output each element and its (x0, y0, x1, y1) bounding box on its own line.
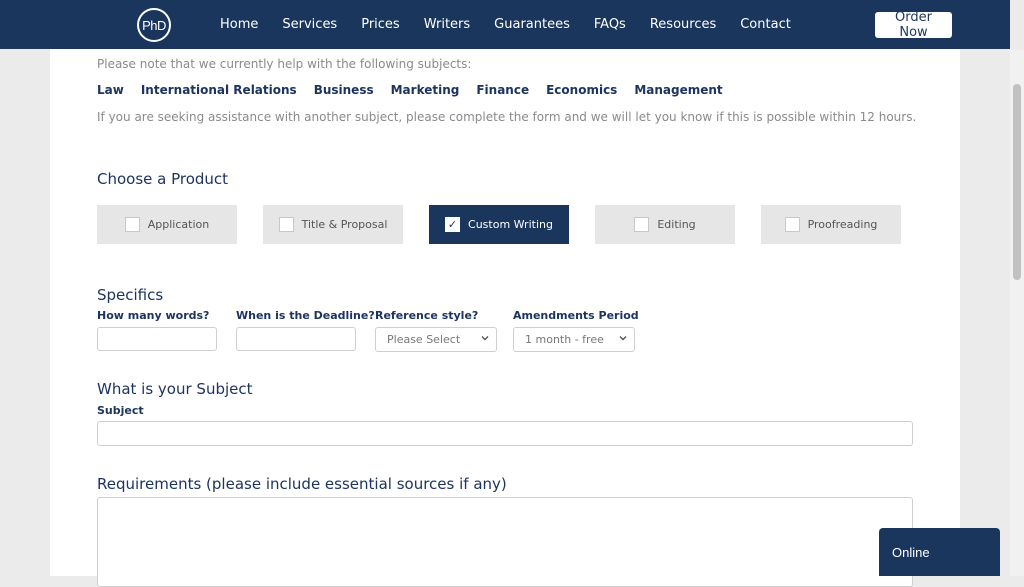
page-scrollbar[interactable] (1010, 50, 1024, 576)
choose-product-title: Choose a Product (97, 170, 229, 188)
online-chat-widget[interactable]: Online (879, 528, 1000, 576)
chevron-down-icon (619, 336, 627, 341)
product-application[interactable]: Application (97, 205, 237, 244)
product-label: Title & Proposal (301, 218, 388, 231)
product-label: Proofreading (807, 218, 878, 231)
subject-tag: Marketing (390, 83, 460, 97)
order-now-button[interactable]: Order Now (875, 10, 952, 40)
checked-checkbox-icon[interactable]: ✓ (445, 217, 461, 232)
product-label: Editing (657, 218, 696, 231)
logo[interactable]: PhD (137, 8, 171, 42)
nav-link-resources[interactable]: Resources (650, 17, 716, 32)
word-count-input[interactable] (97, 327, 217, 351)
nav-link-prices[interactable]: Prices (361, 17, 400, 32)
nav-link-faqs[interactable]: FAQs (594, 17, 626, 32)
nav-link-services[interactable]: Services (282, 17, 337, 32)
nav-link-contact[interactable]: Contact (740, 17, 791, 32)
product-editing[interactable]: Editing (595, 205, 735, 244)
checkbox-icon[interactable] (278, 217, 294, 232)
checkbox-icon[interactable] (124, 217, 140, 232)
nav-link-home[interactable]: Home (220, 17, 258, 32)
other-subject-note: If you are seeking assistance with anoth… (97, 110, 917, 124)
product-label: Application (147, 218, 210, 231)
subject-label: Subject (97, 404, 144, 417)
deadline-input[interactable] (236, 327, 356, 351)
chat-label: Online (892, 544, 930, 560)
subject-input[interactable] (97, 421, 913, 446)
requirements-title: Requirements (please include essential s… (97, 475, 507, 493)
subject-section-title: What is your Subject (97, 380, 253, 398)
top-navbar: PhD Home Services Prices Writers Guarant… (0, 0, 1010, 49)
subjects-note: Please note that we currently help with … (97, 57, 472, 71)
amendments-period-select[interactable]: 1 month - free (513, 327, 635, 352)
amendments-period-value: 1 month - free (525, 333, 604, 346)
product-proofreading[interactable]: Proofreading (761, 205, 901, 244)
reference-style-value: Please Select (387, 333, 461, 346)
product-label: Custom Writing (468, 218, 553, 231)
requirements-textarea[interactable] (97, 497, 913, 587)
reference-style-select[interactable]: Please Select (375, 327, 497, 352)
subject-tag: Economics (546, 83, 618, 97)
subject-list: Law International Relations Business Mar… (97, 83, 740, 97)
chevron-down-icon (481, 336, 489, 341)
checkbox-icon[interactable] (634, 217, 650, 232)
subject-tag: Management (634, 83, 723, 97)
nav-link-guarantees[interactable]: Guarantees (494, 17, 570, 32)
reference-style-label: Reference style? (375, 309, 479, 322)
amendments-label: Amendments Period (513, 309, 639, 322)
product-title-proposal[interactable]: Title & Proposal (263, 205, 403, 244)
subject-tag: Finance (476, 83, 530, 97)
scrollbar-thumb[interactable] (1013, 84, 1021, 280)
subject-tag: Business (313, 83, 374, 97)
nav-link-writers[interactable]: Writers (424, 17, 470, 32)
words-label: How many words? (97, 309, 210, 322)
checkbox-icon[interactable] (784, 217, 800, 232)
specifics-title: Specifics (97, 286, 164, 304)
product-custom-writing[interactable]: ✓ Custom Writing (429, 205, 569, 244)
subject-tag: International Relations (140, 83, 297, 97)
subject-tag: Law (97, 83, 124, 97)
nav-links: Home Services Prices Writers Guarantees … (220, 0, 815, 49)
logo-text: PhD (142, 17, 166, 33)
deadline-label: When is the Deadline? (236, 309, 375, 322)
